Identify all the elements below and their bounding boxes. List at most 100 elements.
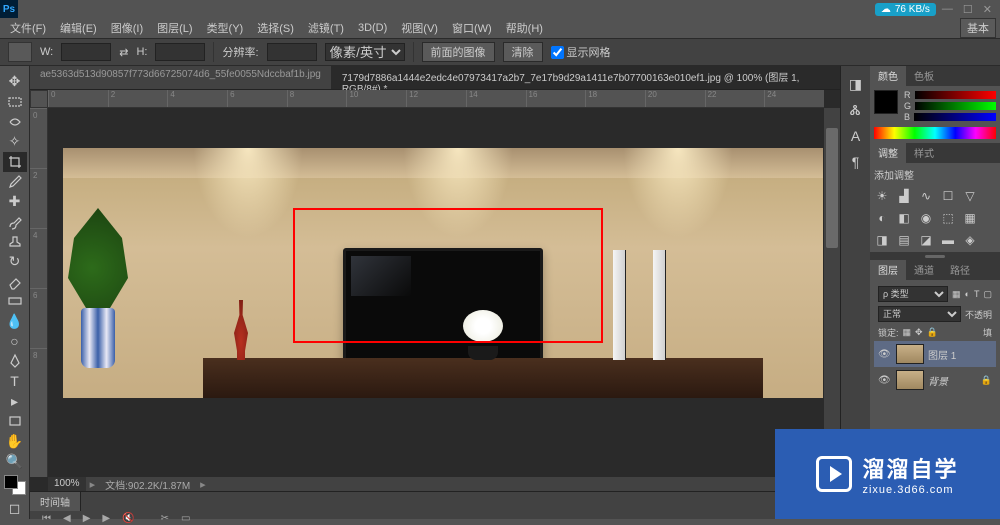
transition-icon[interactable]: ▭: [181, 513, 190, 524]
visibility-icon[interactable]: 👁: [878, 375, 892, 386]
paragraph-icon[interactable]: ¶: [846, 152, 866, 172]
timeline-tab[interactable]: 时间轴: [30, 492, 81, 511]
menu-help[interactable]: 帮助(H): [500, 18, 549, 38]
document-info[interactable]: 文档:902.2K/1.87M: [99, 477, 196, 492]
invert-icon[interactable]: ◨: [874, 232, 890, 248]
threshold-icon[interactable]: ◪: [918, 232, 934, 248]
show-grid-input[interactable]: [551, 46, 564, 59]
adjustments-tab[interactable]: 调整: [870, 143, 906, 163]
color-spectrum[interactable]: [874, 127, 996, 139]
move-tool[interactable]: ✥: [3, 72, 27, 92]
color-swatches[interactable]: [4, 475, 26, 495]
magic-wand-tool[interactable]: ✧: [3, 132, 27, 152]
color-panel-tab[interactable]: 颜色: [870, 66, 906, 86]
brush-presets-icon[interactable]: Ꮬ: [846, 100, 866, 120]
lasso-tool[interactable]: [3, 112, 27, 132]
layers-tab[interactable]: 图层: [870, 260, 906, 280]
paths-tab[interactable]: 路径: [942, 260, 978, 280]
document-tab[interactable]: 7179d7886a1444e2edc4e07973417a2b7_7e17b9…: [332, 66, 840, 89]
menu-view[interactable]: 视图(V): [395, 18, 444, 38]
resolution-units[interactable]: 像素/英寸: [325, 43, 405, 61]
styles-tab[interactable]: 样式: [906, 143, 942, 163]
layer-filter-kind[interactable]: ρ 类型: [878, 286, 948, 302]
posterize-icon[interactable]: ▤: [896, 232, 912, 248]
brush-tool[interactable]: [3, 212, 27, 232]
ruler-origin[interactable]: [30, 90, 48, 108]
pen-tool[interactable]: [3, 351, 27, 371]
crop-preset-icon[interactable]: [8, 42, 32, 62]
minimize-button[interactable]: —: [938, 3, 957, 15]
panel-collapse-handle[interactable]: [870, 252, 1000, 260]
menu-edit[interactable]: 编辑(E): [54, 18, 103, 38]
scissors-icon[interactable]: ✂: [161, 513, 169, 524]
show-grid-checkbox[interactable]: 显示网格: [551, 44, 611, 60]
layer-row[interactable]: 👁 背景 🔒: [874, 367, 996, 393]
next-frame-icon[interactable]: ▶: [102, 513, 110, 524]
layer-thumbnail[interactable]: [896, 344, 924, 364]
menu-type[interactable]: 类型(Y): [201, 18, 250, 38]
exposure-icon[interactable]: ☐: [940, 188, 956, 204]
front-image-button[interactable]: 前面的图像: [422, 42, 495, 62]
type-tool[interactable]: T: [3, 371, 27, 391]
visibility-icon[interactable]: 👁: [878, 349, 892, 360]
lookup-icon[interactable]: ▦: [962, 210, 978, 226]
workspace-switcher[interactable]: 基本: [960, 18, 996, 38]
eraser-tool[interactable]: [3, 272, 27, 292]
crop-tool[interactable]: [3, 152, 27, 172]
lock-position-icon[interactable]: ✥: [915, 327, 923, 338]
menu-filter[interactable]: 滤镜(T): [302, 18, 350, 38]
resolution-input[interactable]: [267, 43, 317, 61]
zoom-level-input[interactable]: 100%: [48, 477, 86, 491]
canvas[interactable]: [48, 108, 824, 477]
bw-icon[interactable]: ◧: [896, 210, 912, 226]
filter-type-icon[interactable]: T: [974, 289, 980, 299]
filter-shape-icon[interactable]: ▢: [983, 289, 992, 300]
path-select-tool[interactable]: ▸: [3, 391, 27, 411]
g-slider[interactable]: [915, 102, 996, 110]
channels-tab[interactable]: 通道: [906, 260, 942, 280]
channel-mixer-icon[interactable]: ⬚: [940, 210, 956, 226]
filter-pixel-icon[interactable]: ▦: [952, 289, 961, 300]
brightness-icon[interactable]: ☀: [874, 188, 890, 204]
char-panel-icon[interactable]: A: [846, 126, 866, 146]
hand-tool[interactable]: ✋: [3, 431, 27, 451]
ruler-horizontal[interactable]: 024681012141618202224: [48, 90, 824, 108]
healing-tool[interactable]: ✚: [3, 192, 27, 212]
width-input[interactable]: [61, 43, 111, 61]
levels-icon[interactable]: ▟: [896, 188, 912, 204]
menu-select[interactable]: 选择(S): [251, 18, 300, 38]
blur-tool[interactable]: 💧: [3, 311, 27, 331]
menu-window[interactable]: 窗口(W): [446, 18, 498, 38]
photo-filter-icon[interactable]: ◉: [918, 210, 934, 226]
quickmask-toggle[interactable]: ◻: [3, 499, 27, 519]
lock-pixels-icon[interactable]: ▦: [903, 327, 912, 338]
layer-name[interactable]: 背景: [928, 373, 948, 388]
selective-color-icon[interactable]: ◈: [962, 232, 978, 248]
curves-icon[interactable]: ∿: [918, 188, 934, 204]
document-tab[interactable]: ae5363d513d90857f773d66725074d6_55fe0055…: [30, 66, 332, 89]
stamp-tool[interactable]: [3, 232, 27, 252]
gradient-map-icon[interactable]: ▬: [940, 232, 956, 248]
ruler-vertical[interactable]: 02468: [30, 108, 48, 477]
foreground-color[interactable]: [4, 475, 18, 489]
maximize-button[interactable]: ☐: [959, 3, 977, 16]
height-input[interactable]: [155, 43, 205, 61]
filter-adjust-icon[interactable]: ◐: [965, 289, 970, 299]
shape-tool[interactable]: [3, 411, 27, 431]
menu-file[interactable]: 文件(F): [4, 18, 52, 38]
history-brush-tool[interactable]: ↻: [3, 252, 27, 272]
current-color-swatch[interactable]: [874, 90, 898, 114]
swap-icon[interactable]: ⇄: [119, 46, 128, 59]
clear-button[interactable]: 清除: [503, 42, 543, 62]
menu-3d[interactable]: 3D(D): [352, 20, 393, 36]
prev-frame-icon[interactable]: ◀: [63, 513, 71, 524]
blend-mode-select[interactable]: 正常: [878, 306, 961, 322]
swatches-panel-tab[interactable]: 色板: [906, 66, 942, 86]
close-button[interactable]: ✕: [979, 3, 996, 16]
zoom-tool[interactable]: 🔍: [3, 451, 27, 471]
chevron-right-icon[interactable]: ▸: [86, 478, 100, 491]
layer-thumbnail[interactable]: [896, 370, 924, 390]
gradient-tool[interactable]: [3, 291, 27, 311]
r-slider[interactable]: [915, 91, 997, 99]
play-icon[interactable]: ▶: [83, 513, 91, 524]
